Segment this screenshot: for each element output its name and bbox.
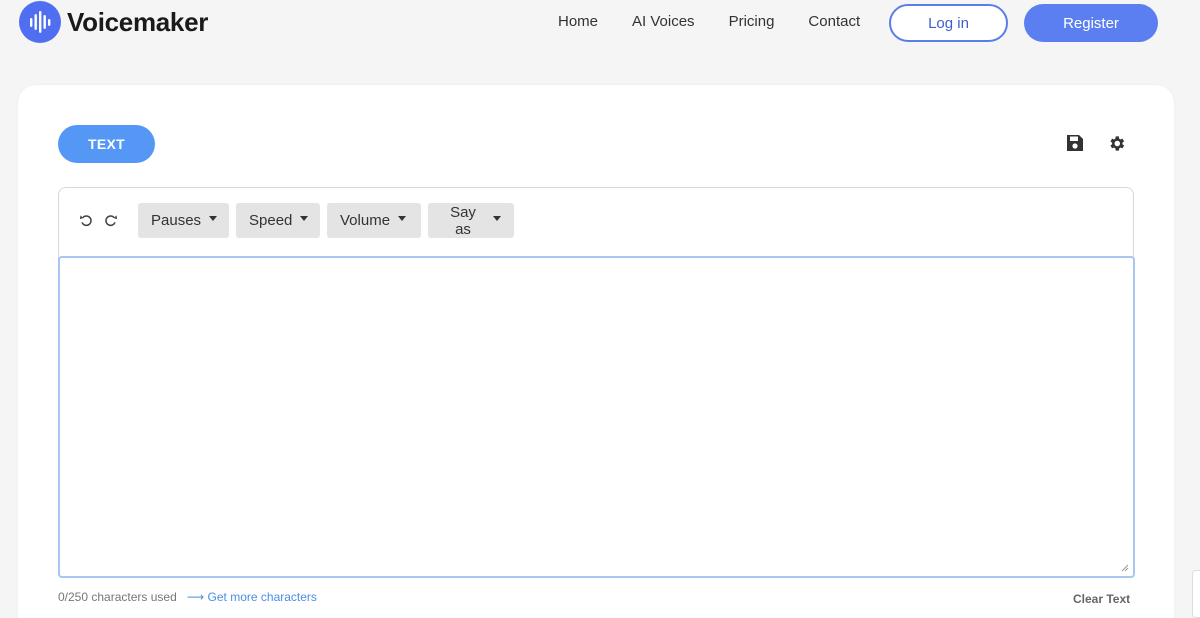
nav-pricing[interactable]: Pricing	[729, 12, 775, 32]
caret-down-icon	[209, 216, 218, 221]
tab-text[interactable]: TEXT	[58, 125, 155, 163]
clear-text-button[interactable]: Clear Text	[1073, 592, 1130, 606]
volume-dropdown[interactable]: Volume	[327, 203, 421, 238]
main-nav: Home AI Voices Pricing Contact	[558, 12, 894, 32]
caret-down-icon	[493, 216, 501, 221]
gear-icon[interactable]	[1105, 132, 1127, 154]
resize-handle-icon[interactable]	[1120, 563, 1129, 572]
floppy-disk-icon[interactable]	[1064, 132, 1086, 154]
brand-name: Voicemaker	[67, 6, 209, 37]
say-as-label: Say as	[450, 203, 476, 238]
get-more-label: Get more characters	[207, 590, 317, 604]
caret-down-icon	[398, 216, 407, 221]
speed-label: Speed	[249, 212, 293, 229]
nav-ai-voices[interactable]: AI Voices	[632, 12, 695, 32]
speed-dropdown[interactable]: Speed	[236, 203, 320, 238]
get-more-characters-link[interactable]: ⟶ Get more characters	[187, 590, 317, 604]
pauses-dropdown[interactable]: Pauses	[138, 203, 229, 238]
redo-icon[interactable]	[102, 212, 118, 228]
say-as-dropdown[interactable]: Say as	[428, 203, 514, 238]
arrow-right-icon: ⟶	[187, 590, 205, 604]
editor-card: TEXT Pauses Speed Volume Say as 0/250 ch…	[18, 85, 1174, 618]
pauses-label: Pauses	[151, 212, 202, 229]
side-widget-edge[interactable]	[1192, 570, 1200, 618]
register-button[interactable]: Register	[1024, 4, 1158, 42]
nav-home[interactable]: Home	[558, 12, 598, 32]
character-count: 0/250 characters used	[58, 590, 177, 604]
text-input[interactable]	[58, 256, 1135, 578]
soundwave-icon	[19, 1, 61, 43]
caret-down-icon	[300, 216, 309, 221]
brand-logo[interactable]: Voicemaker	[19, 1, 208, 43]
volume-label: Volume	[340, 212, 391, 229]
nav-contact[interactable]: Contact	[808, 12, 860, 32]
editor-box: Pauses Speed Volume Say as	[58, 187, 1135, 578]
login-button[interactable]: Log in	[889, 4, 1008, 42]
editor-toolbar: Pauses Speed Volume Say as	[59, 188, 1133, 256]
site-header: Voicemaker Home AI Voices Pricing Contac…	[0, 0, 1200, 48]
undo-icon[interactable]	[78, 212, 94, 228]
